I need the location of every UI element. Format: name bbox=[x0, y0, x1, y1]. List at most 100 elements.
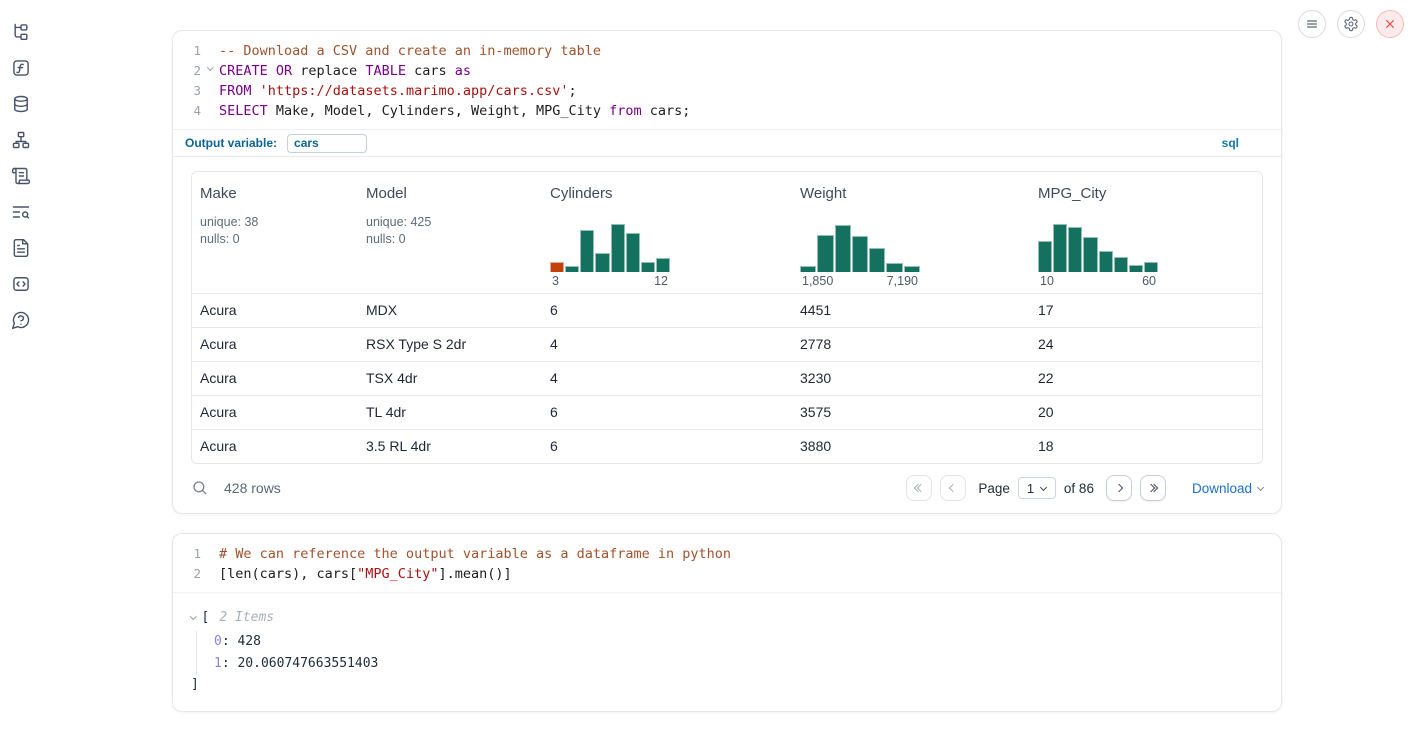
histogram-bar bbox=[1129, 265, 1143, 273]
chevron-down-icon bbox=[1257, 483, 1264, 490]
download-button[interactable]: Download bbox=[1192, 481, 1263, 496]
histogram-bar bbox=[550, 262, 564, 273]
code-line: 1 # We can reference the output variable… bbox=[173, 544, 1281, 564]
list-search-icon[interactable] bbox=[11, 202, 31, 222]
output-variable-input[interactable] bbox=[287, 134, 367, 153]
line-number: 3 bbox=[173, 81, 203, 101]
left-sidebar bbox=[0, 0, 46, 330]
last-page-button[interactable] bbox=[1140, 475, 1166, 501]
cell-output: [ 2 Items 0: 428 1: 20.060747663551403 ] bbox=[173, 593, 1281, 692]
previous-page-button[interactable] bbox=[940, 475, 966, 501]
line-number: 1 bbox=[173, 544, 203, 564]
table-row: Acura MDX 6 4451 17 bbox=[192, 293, 1262, 327]
column-header-model[interactable]: Model unique: 425 nulls: 0 bbox=[358, 172, 542, 293]
histogram-bar bbox=[904, 266, 920, 272]
code-text[interactable]: -- Download a CSV and create an in-memor… bbox=[203, 41, 601, 61]
chevron-left-icon bbox=[949, 484, 957, 492]
table-cell: 2778 bbox=[792, 328, 1030, 361]
code-text[interactable]: CREATE OR replace TABLE cars as bbox=[203, 61, 471, 81]
menu-button[interactable] bbox=[1298, 10, 1326, 38]
dependency-graph-icon[interactable] bbox=[11, 130, 31, 150]
mpg-city-histogram: 10 60 bbox=[1038, 222, 1158, 288]
histogram-bar bbox=[1068, 227, 1082, 272]
code-line: 4 SELECT Make, Model, Cylinders, Weight,… bbox=[173, 101, 1281, 121]
histogram-bar bbox=[565, 266, 579, 273]
column-header-make[interactable]: Make unique: 38 nulls: 0 bbox=[192, 172, 358, 293]
page-total-label: of 86 bbox=[1064, 481, 1094, 496]
column-header-mpg-city[interactable]: MPG_City 10 60 bbox=[1030, 172, 1262, 293]
close-icon bbox=[1382, 16, 1398, 32]
table-cell: 3880 bbox=[792, 430, 1030, 463]
table-footer: 428 rows Page 1 of 86 Download bbox=[173, 464, 1281, 501]
table-cell: Acura bbox=[192, 362, 358, 395]
table-cell: 4451 bbox=[792, 294, 1030, 327]
list-item: 0: 428 bbox=[214, 631, 1263, 653]
python-cell: 1 # We can reference the output variable… bbox=[172, 533, 1282, 712]
search-icon[interactable] bbox=[191, 479, 209, 497]
sql-cell: 1 -- Download a CSV and create an in-mem… bbox=[172, 30, 1282, 514]
next-page-button[interactable] bbox=[1106, 475, 1132, 501]
help-chat-icon[interactable] bbox=[11, 310, 31, 330]
function-icon[interactable] bbox=[11, 58, 31, 78]
table-cell: TL 4dr bbox=[358, 396, 542, 429]
histogram-bar bbox=[800, 266, 816, 272]
page-select[interactable]: 1 bbox=[1018, 477, 1056, 499]
code-text[interactable]: FROM 'https://datasets.marimo.app/cars.c… bbox=[203, 81, 577, 101]
histogram-bar bbox=[1114, 257, 1128, 273]
table-cell: Acura bbox=[192, 328, 358, 361]
item-value: 428 bbox=[237, 634, 260, 649]
axis-max-label: 7,190 bbox=[887, 274, 918, 288]
table-cell: 3575 bbox=[792, 396, 1030, 429]
table-cell: 20 bbox=[1030, 396, 1262, 429]
histogram-bar bbox=[1083, 237, 1097, 273]
table-cell: 17 bbox=[1030, 294, 1262, 327]
table-cell: TSX 4dr bbox=[358, 362, 542, 395]
histogram-bar bbox=[869, 248, 885, 272]
column-header-weight[interactable]: Weight 1,850 7,190 bbox=[792, 172, 1030, 293]
axis-min-label: 1,850 bbox=[802, 274, 833, 288]
collapse-caret-icon[interactable] bbox=[190, 613, 196, 619]
code-panel-icon[interactable] bbox=[11, 274, 31, 294]
list-output-header: [ 2 Items bbox=[191, 608, 1263, 628]
histogram-bar bbox=[886, 263, 902, 273]
code-text[interactable]: [len(cars), cars["MPG_City"].mean()] bbox=[203, 564, 512, 584]
cylinders-histogram: 3 12 bbox=[550, 222, 670, 288]
open-bracket: [ bbox=[202, 608, 210, 628]
table-header-row: Make unique: 38 nulls: 0 Model unique: 4… bbox=[192, 172, 1262, 293]
language-badge: sql bbox=[1222, 136, 1239, 150]
gear-icon bbox=[1343, 16, 1359, 32]
histogram-bar bbox=[1144, 262, 1158, 273]
table-cell: 18 bbox=[1030, 430, 1262, 463]
histogram-bar bbox=[611, 224, 625, 272]
item-index: 1 bbox=[214, 656, 222, 671]
settings-button[interactable] bbox=[1337, 10, 1365, 38]
line-number: 2 bbox=[173, 564, 203, 584]
data-table: Make unique: 38 nulls: 0 Model unique: 4… bbox=[191, 171, 1263, 464]
table-cell: Acura bbox=[192, 396, 358, 429]
item-index: 0 bbox=[214, 634, 222, 649]
menu-icon bbox=[1304, 16, 1320, 32]
close-button[interactable] bbox=[1376, 10, 1404, 38]
sql-code-editor: 1 -- Download a CSV and create an in-mem… bbox=[173, 31, 1281, 130]
row-count: 428 rows bbox=[224, 480, 281, 496]
document-icon[interactable] bbox=[11, 238, 31, 258]
window-controls bbox=[1298, 10, 1404, 38]
close-bracket: ] bbox=[191, 677, 1263, 692]
table-cell: 3.5 RL 4dr bbox=[358, 430, 542, 463]
items-count-label: 2 Items bbox=[219, 608, 274, 628]
code-line: 1 -- Download a CSV and create an in-mem… bbox=[173, 41, 1281, 61]
histogram-bar bbox=[835, 225, 851, 272]
database-icon[interactable] bbox=[11, 94, 31, 114]
code-line: 2 [len(cars), cars["MPG_City"].mean()] bbox=[173, 564, 1281, 584]
chevron-down-icon bbox=[1040, 483, 1047, 490]
table-cell: 6 bbox=[542, 294, 792, 327]
code-text[interactable]: SELECT Make, Model, Cylinders, Weight, M… bbox=[203, 101, 690, 121]
code-line: 2 CREATE OR replace TABLE cars as bbox=[173, 61, 1281, 81]
axis-max-label: 60 bbox=[1142, 274, 1156, 288]
file-tree-icon[interactable] bbox=[11, 22, 31, 42]
column-header-cylinders[interactable]: Cylinders 3 12 bbox=[542, 172, 792, 293]
table-cell: 6 bbox=[542, 430, 792, 463]
scroll-icon[interactable] bbox=[11, 166, 31, 186]
code-text[interactable]: # We can reference the output variable a… bbox=[203, 544, 731, 564]
first-page-button[interactable] bbox=[906, 475, 932, 501]
